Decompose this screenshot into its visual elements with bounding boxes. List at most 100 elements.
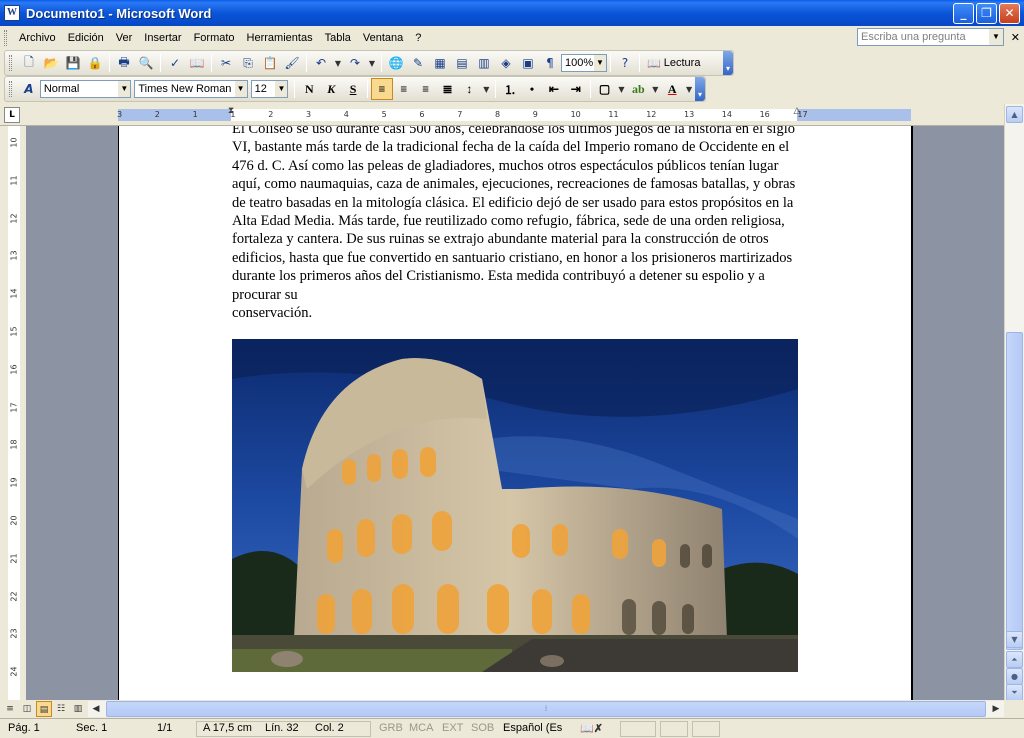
chevron-down-icon[interactable]: ▼ (616, 78, 628, 100)
zoom-select[interactable]: 100% ▼ (561, 54, 607, 72)
menu-herramientas[interactable]: Herramientas (241, 28, 319, 48)
paragraph-last-line[interactable]: conservación. (232, 304, 798, 322)
outline-view-icon[interactable]: ☷ (53, 701, 69, 717)
scroll-right-icon[interactable]: ▶ (988, 701, 1004, 717)
chevron-down-icon[interactable]: ▼ (275, 81, 288, 97)
chevron-down-icon[interactable]: ▼ (683, 78, 695, 100)
chevron-down-icon[interactable]: ▼ (480, 78, 492, 100)
colosseum-photo[interactable] (232, 339, 798, 672)
menu-formato[interactable]: Formato (188, 28, 241, 48)
menu-tabla[interactable]: Tabla (319, 28, 357, 48)
undo-icon[interactable]: ↶ (310, 52, 332, 74)
vertical-ruler[interactable]: 10 11 12 13 14 15 16 17 18 19 20 21 22 23 24 (0, 126, 26, 700)
browse-object-icon[interactable]: ● (1006, 668, 1023, 685)
open-folder-icon[interactable]: 📂 (40, 52, 62, 74)
tables-borders-icon[interactable]: ✎ (407, 52, 429, 74)
page[interactable]: El Coliseo se usó durante casi 500 años,… (118, 126, 913, 700)
toolbar-grip[interactable] (9, 81, 12, 97)
align-right-icon[interactable]: ≡ (415, 78, 437, 100)
font-select[interactable]: Times New Roman ▼ (134, 80, 248, 98)
paragraph[interactable]: El Coliseo se usó durante casi 500 años,… (232, 126, 798, 304)
paste-icon[interactable]: 📋 (259, 52, 281, 74)
reading-layout-button[interactable]: 📖 Lectura (643, 57, 704, 70)
underline-button[interactable]: S (342, 78, 364, 100)
chevron-down-icon[interactable]: ▼ (332, 52, 344, 74)
menu-insertar[interactable]: Insertar (138, 28, 187, 48)
bulleted-list-icon[interactable]: • (521, 78, 543, 100)
print-preview-icon[interactable]: 🔍 (135, 52, 157, 74)
horizontal-ruler[interactable]: L 3 2 1 1 2 3 4 5 6 7 8 9 10 11 12 13 14 16 17 ⧗ △ (0, 104, 1024, 126)
italic-button[interactable]: K (320, 78, 342, 100)
document-map-icon[interactable]: ▣ (517, 52, 539, 74)
format-painter-icon[interactable]: 🖌 (281, 52, 303, 74)
menu-edicion[interactable]: Edición (62, 28, 110, 48)
cut-icon[interactable]: ✂ (215, 52, 237, 74)
hyperlink-icon[interactable]: 🌐 (385, 52, 407, 74)
research-icon[interactable]: 📖 (186, 52, 208, 74)
web-view-icon[interactable]: ◫ (19, 701, 35, 717)
chevron-down-icon[interactable]: ▼ (234, 81, 247, 97)
numbered-list-icon[interactable]: ⒈ (499, 78, 521, 100)
horizontal-scrollbar[interactable]: ◀ ⁞ ▶ (88, 701, 1004, 717)
permission-icon[interactable]: 🔒 (84, 52, 106, 74)
menu-archivo[interactable]: Archivo (13, 28, 62, 48)
menu-grip[interactable] (4, 30, 7, 46)
close-button[interactable]: ✕ (999, 3, 1020, 24)
scroll-up-icon[interactable]: ▲ (1006, 106, 1023, 123)
chevron-down-icon[interactable]: ▼ (594, 55, 606, 71)
help-icon[interactable]: ? (614, 52, 636, 74)
decrease-indent-icon[interactable]: ⇤ (543, 78, 565, 100)
status-ovr[interactable]: SOB (471, 722, 494, 734)
menu-ver[interactable]: Ver (110, 28, 139, 48)
redo-icon[interactable]: ↷ (344, 52, 366, 74)
toolbar-options-icon[interactable]: ▾ (695, 77, 705, 101)
line-spacing-icon[interactable]: ↕ (458, 78, 480, 100)
style-select[interactable]: Normal ▼ (39, 80, 132, 98)
menu-help[interactable]: ? (409, 28, 427, 48)
close-document-icon[interactable]: ✕ (1011, 31, 1020, 44)
bold-button[interactable]: N (298, 78, 320, 100)
save-icon[interactable]: 💾 (62, 52, 84, 74)
document-area[interactable]: El Coliseo se usó durante casi 500 años,… (26, 126, 1004, 700)
scroll-down-icon[interactable]: ▼ (1006, 631, 1023, 648)
increase-indent-icon[interactable]: ⇥ (565, 78, 587, 100)
spelling-status-icon[interactable]: 📖✗ (580, 722, 603, 735)
insert-table-icon[interactable]: ▦ (429, 52, 451, 74)
tab-selector-icon[interactable]: L (4, 107, 20, 123)
body-text[interactable]: El Coliseo se usó durante casi 500 años,… (232, 126, 798, 322)
borders-icon[interactable]: ▢ (594, 78, 616, 100)
insert-excel-icon[interactable]: ▤ (451, 52, 473, 74)
menu-ventana[interactable]: Ventana (357, 28, 409, 48)
minimize-button[interactable]: _ (953, 3, 974, 24)
scroll-left-icon[interactable]: ◀ (88, 701, 104, 717)
left-indent-marker-icon[interactable]: ⧗ (226, 106, 236, 124)
chevron-down-icon[interactable]: ▼ (649, 78, 661, 100)
highlight-icon[interactable]: ab (627, 78, 649, 100)
spelling-icon[interactable]: ✓ (164, 52, 186, 74)
word-app-icon[interactable]: W (4, 5, 20, 21)
font-color-icon[interactable]: A (661, 78, 683, 100)
justify-icon[interactable]: ≣ (437, 78, 459, 100)
toolbar-options-icon[interactable]: ▾ (723, 51, 733, 75)
right-indent-marker-icon[interactable]: △ (792, 106, 802, 124)
toolbar-grip[interactable] (9, 55, 12, 71)
status-rec[interactable]: GRB (379, 722, 403, 734)
reading-view-icon[interactable]: ▥ (70, 701, 86, 717)
status-track[interactable]: MCA (409, 722, 433, 734)
print-icon[interactable]: 🖶 (113, 52, 135, 74)
align-left-icon[interactable]: ≡ (371, 78, 393, 100)
drawing-icon[interactable]: ◈ (495, 52, 517, 74)
horizontal-scroll-thumb[interactable]: ⁞ (106, 701, 986, 717)
align-center-icon[interactable]: ≡ (393, 78, 415, 100)
copy-icon[interactable]: ⎘ (237, 52, 259, 74)
new-document-icon[interactable]: 🗋 (18, 52, 40, 74)
status-language[interactable]: Español (Es (503, 722, 562, 734)
previous-page-icon[interactable]: ⏶ (1006, 651, 1023, 668)
vertical-scrollbar[interactable]: ▲ ▼ ⏶ ● ⏷ (1004, 104, 1024, 701)
show-hide-pilcrow-icon[interactable]: ¶ (539, 52, 561, 74)
ask-question-input[interactable]: Escriba una pregunta ▼ (857, 28, 1004, 46)
normal-view-icon[interactable]: ≡ (2, 701, 18, 717)
next-page-icon[interactable]: ⏷ (1006, 684, 1023, 701)
styles-formatting-icon[interactable]: A (18, 78, 40, 100)
font-size-select[interactable]: 12 ▼ (250, 80, 289, 98)
